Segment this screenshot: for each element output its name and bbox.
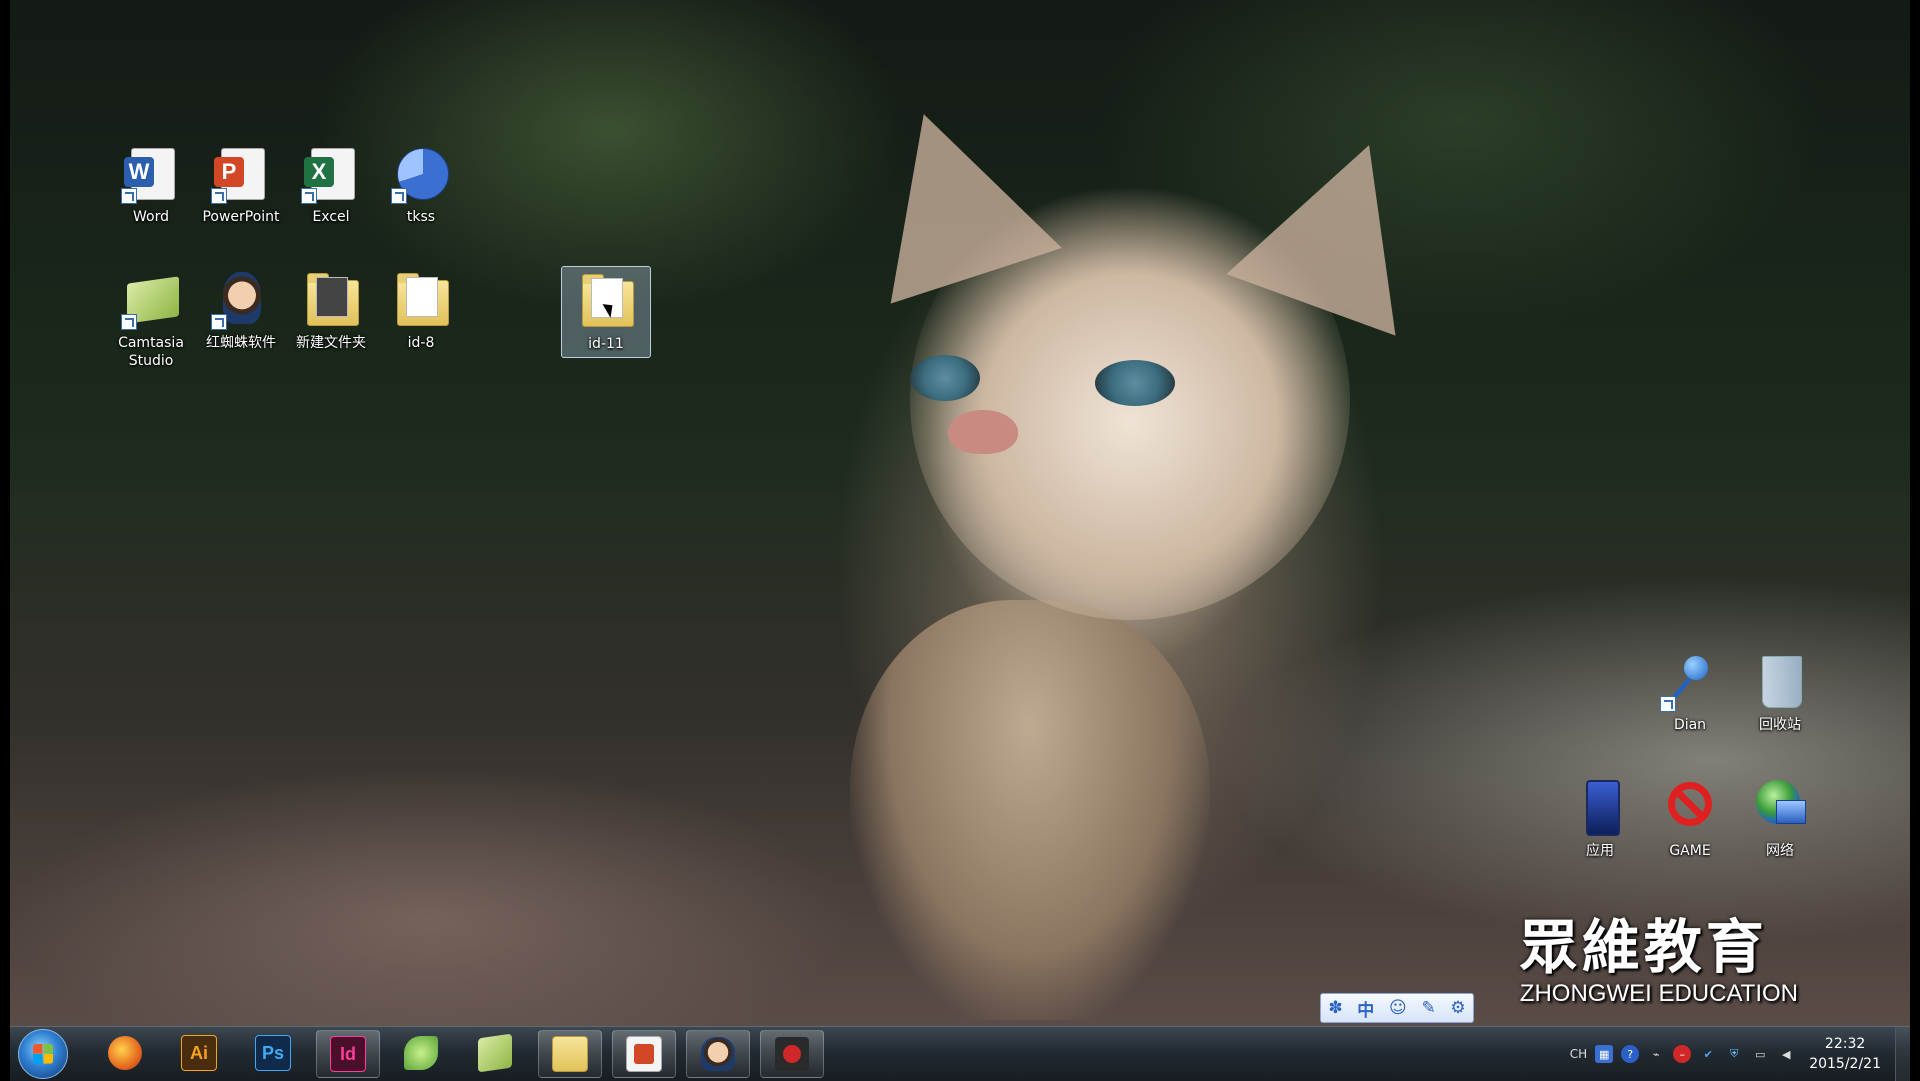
desktop-icon-label: tkss bbox=[406, 209, 436, 225]
wallpaper-kitten-eye-right bbox=[1095, 360, 1175, 406]
desktop-icon-network[interactable]: 网络 bbox=[1735, 778, 1825, 860]
firefox-icon bbox=[108, 1036, 142, 1070]
powerpoint-icon: P bbox=[211, 144, 271, 204]
excel-icon: X bbox=[301, 144, 361, 204]
volume-icon[interactable]: ◀ bbox=[1777, 1045, 1795, 1063]
desktop-icon-app[interactable]: 应用 bbox=[1555, 778, 1645, 860]
shortcut-arrow-icon bbox=[121, 188, 137, 204]
shortcut-arrow-icon bbox=[121, 314, 137, 330]
desktop-icon-game[interactable]: GAME bbox=[1645, 778, 1735, 860]
powerpoint-task-icon bbox=[626, 1036, 662, 1072]
usb-icon[interactable]: ⌁ bbox=[1647, 1045, 1665, 1063]
taskbar-recorder[interactable] bbox=[760, 1030, 824, 1078]
pushpin-icon bbox=[1660, 652, 1720, 712]
taskbar: Ai Ps Id CH ▦ ? ⌁ – ✔ ⛨ ▭ ◀ 22:32 2015/2… bbox=[10, 1026, 1910, 1081]
pencil-icon[interactable]: ✎ bbox=[1421, 998, 1435, 1018]
taskbar-camtasia[interactable] bbox=[464, 1030, 526, 1076]
network-globe-icon bbox=[1750, 778, 1810, 838]
clock-time: 22:32 bbox=[1824, 1036, 1866, 1052]
desktop-icon-label: id-8 bbox=[407, 335, 435, 351]
security-check-icon[interactable]: ✔ bbox=[1699, 1045, 1717, 1063]
taskbar-firefox[interactable] bbox=[94, 1030, 156, 1076]
watermark-chinese: 眾維教育 bbox=[1519, 913, 1768, 981]
desktop-icon-powerpoint[interactable]: P PowerPoint bbox=[196, 144, 286, 226]
taskbar-green-app[interactable] bbox=[390, 1030, 452, 1076]
wallpaper-kitten-eye-left bbox=[910, 355, 980, 401]
no-entry-icon bbox=[1660, 778, 1720, 838]
wallpaper-kitten-paws bbox=[850, 600, 1210, 1020]
show-desktop-button[interactable] bbox=[1895, 1027, 1910, 1081]
desktop-icon-label: 网络 bbox=[1766, 843, 1794, 859]
camtasia-icon bbox=[478, 1033, 512, 1073]
smiley-icon[interactable]: ☺ bbox=[1389, 998, 1407, 1018]
app-device-icon bbox=[1570, 778, 1630, 838]
desktop-icon-label: Excel bbox=[312, 209, 350, 225]
desktop-icon-label: Word bbox=[133, 209, 169, 225]
illustrator-icon: Ai bbox=[181, 1035, 217, 1071]
desktop-icon-label: Camtasia Studio bbox=[118, 335, 184, 369]
desktop-icon-recycle-bin[interactable]: 回收站 bbox=[1735, 652, 1825, 734]
desktop-icon-excel[interactable]: X Excel bbox=[286, 144, 376, 226]
watermark-english: ZHONGWEI EDUCATION bbox=[1519, 980, 1798, 1007]
help-icon[interactable]: ? bbox=[1621, 1045, 1640, 1063]
shortcut-arrow-icon bbox=[301, 188, 317, 204]
language-indicator[interactable]: CH bbox=[1570, 1045, 1587, 1063]
start-button[interactable] bbox=[18, 1029, 68, 1079]
taskbar-powerpoint[interactable] bbox=[612, 1030, 676, 1078]
shortcut-arrow-icon bbox=[391, 188, 407, 204]
gear-icon[interactable]: ⚙ bbox=[1450, 998, 1465, 1018]
recycle-bin-icon bbox=[1750, 652, 1810, 712]
desktop-icon-label: 新建文件夹 bbox=[296, 335, 366, 351]
network-tray-icon[interactable]: ▭ bbox=[1751, 1045, 1769, 1063]
folder-icon bbox=[576, 271, 636, 331]
ime-mode-button[interactable]: 中 bbox=[1357, 996, 1374, 1021]
desktop-icon-dian[interactable]: Dian bbox=[1645, 652, 1735, 734]
ime-tray-icon[interactable]: ▦ bbox=[1595, 1045, 1614, 1063]
desktop-icon-label: GAME bbox=[1669, 843, 1711, 859]
desktop-icon-label: id-11 bbox=[588, 336, 624, 352]
word-icon: W bbox=[121, 144, 181, 204]
red-spider-avatar-icon bbox=[211, 270, 271, 330]
desktop-icon-tkss[interactable]: tkss bbox=[376, 144, 466, 226]
ime-toolbar[interactable]: ✽ 中 ☺ ✎ ⚙ bbox=[1320, 993, 1474, 1023]
shortcut-arrow-icon bbox=[1660, 696, 1676, 712]
desktop-icon-label: Dian bbox=[1673, 717, 1707, 733]
desktop-icon-label: 回收站 bbox=[1759, 717, 1801, 733]
indesign-icon: Id bbox=[330, 1036, 366, 1072]
shield-icon[interactable]: ⛨ bbox=[1725, 1045, 1743, 1063]
wallpaper-kitten-nose bbox=[948, 410, 1018, 454]
tkss-pie-icon bbox=[391, 144, 451, 204]
shortcut-arrow-icon bbox=[211, 314, 227, 330]
paw-icon[interactable]: ✽ bbox=[1328, 998, 1342, 1018]
desktop-icon-red-spider[interactable]: 红蜘蛛软件 bbox=[196, 270, 286, 352]
taskbar-file-explorer[interactable] bbox=[538, 1030, 602, 1078]
clock-date: 2015/2/21 bbox=[1809, 1056, 1881, 1072]
folder-icon bbox=[301, 270, 361, 330]
file-explorer-icon bbox=[552, 1036, 588, 1072]
zhongwei-education-watermark: 眾維教育 ZHONGWEI EDUCATION bbox=[1520, 900, 1798, 1008]
green-leaf-app-icon bbox=[404, 1036, 438, 1070]
desktop-icon-label: PowerPoint bbox=[202, 209, 280, 225]
desktop-icon-camtasia[interactable]: Camtasia Studio bbox=[106, 270, 196, 370]
taskbar-clock[interactable]: 22:32 2015/2/21 bbox=[1809, 1034, 1881, 1074]
desktop-icon-id-8[interactable]: id-8 bbox=[376, 270, 466, 352]
shortcut-arrow-icon bbox=[211, 188, 227, 204]
desktop-wallpaper: W Word P PowerPoint X Excel tkss Camtasi… bbox=[10, 0, 1910, 1026]
taskbar-red-spider[interactable] bbox=[686, 1030, 750, 1078]
camtasia-icon bbox=[121, 270, 181, 330]
taskbar-indesign[interactable]: Id bbox=[316, 1030, 380, 1078]
red-spider-task-icon bbox=[701, 1037, 735, 1071]
recorder-icon bbox=[775, 1037, 809, 1071]
desktop-icon-new-folder[interactable]: 新建文件夹 bbox=[286, 270, 376, 352]
desktop-icon-id-11[interactable]: id-11 bbox=[561, 266, 651, 358]
desktop-icon-label: 红蜘蛛软件 bbox=[206, 335, 276, 351]
taskbar-photoshop[interactable]: Ps bbox=[242, 1030, 304, 1076]
folder-icon bbox=[391, 270, 451, 330]
desktop-icon-label: 应用 bbox=[1586, 843, 1614, 859]
taskbar-illustrator[interactable]: Ai bbox=[168, 1030, 230, 1076]
desktop-icon-word[interactable]: W Word bbox=[106, 144, 196, 226]
photoshop-icon: Ps bbox=[255, 1035, 291, 1071]
block-icon[interactable]: – bbox=[1673, 1045, 1692, 1063]
system-tray: CH ▦ ? ⌁ – ✔ ⛨ ▭ ◀ 22:32 2015/2/21 bbox=[1566, 1027, 1910, 1081]
